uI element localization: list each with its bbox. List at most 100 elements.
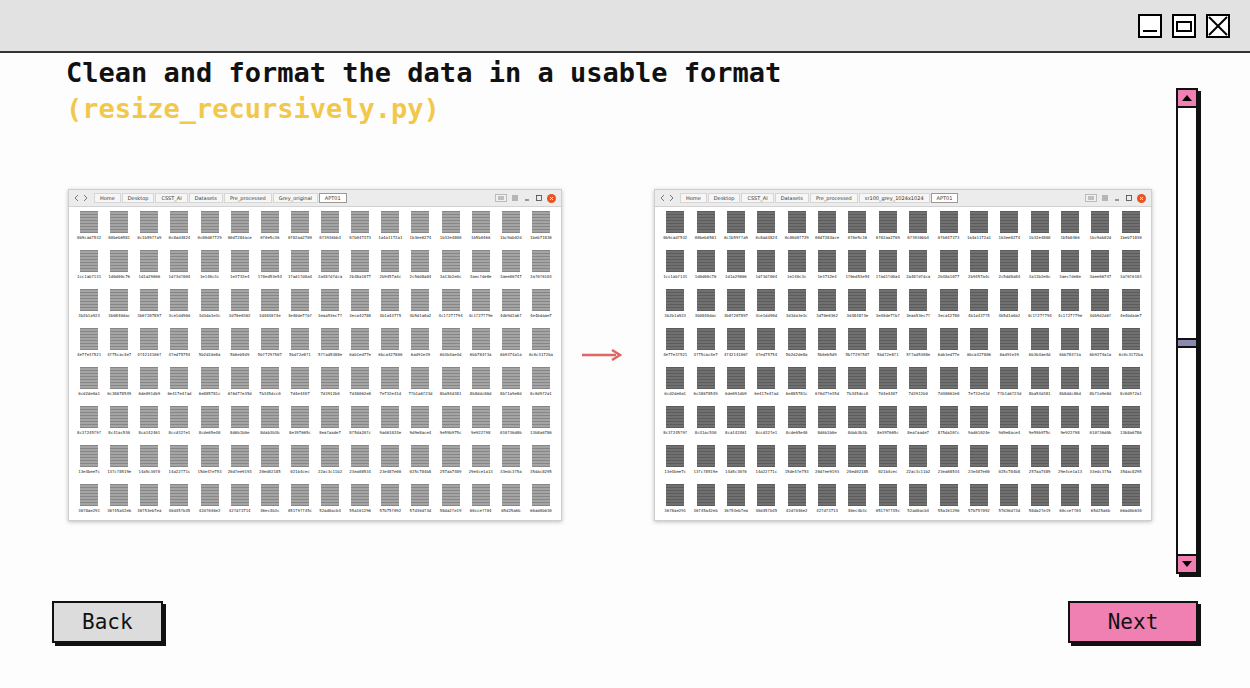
file-item[interactable]: 42df046e2 — [196, 484, 224, 520]
file-item[interactable]: 7d3912b0 — [904, 367, 932, 406]
file-item[interactable]: 3b0f207897 — [135, 289, 163, 328]
file-item[interactable]: 13fcf8519e — [691, 445, 719, 484]
file-item[interactable]: 8ccd32fe1 — [752, 406, 780, 445]
file-item[interactable]: 0fb047373 — [346, 211, 374, 250]
file-item[interactable]: 6ad91e39 — [995, 328, 1023, 367]
file-item[interactable]: 3b0f207897 — [722, 289, 750, 328]
file-item[interactable]: 65d25a6b — [497, 484, 525, 520]
file-item[interactable]: 36f45a42eb — [105, 484, 133, 520]
file-item[interactable]: 6c0c3172ba — [1117, 328, 1145, 367]
file-item[interactable]: 14a5c30f0 — [722, 445, 750, 484]
file-item[interactable]: 58da2fe19 — [437, 484, 465, 520]
file-item[interactable]: 5bf729f507 — [256, 328, 284, 367]
file-item[interactable]: 3af0f6103 — [527, 250, 555, 289]
minimize-icon[interactable] — [1138, 14, 1162, 38]
file-item[interactable]: 20dfee9193 — [226, 445, 254, 484]
file-item[interactable]: 0f0e5c36 — [256, 211, 284, 250]
file-item[interactable]: 6de091db9 — [722, 367, 750, 406]
file-item[interactable]: 57d36df3d — [406, 484, 434, 520]
file-item[interactable]: 7e732e41d — [376, 367, 404, 406]
file-item[interactable]: 9d9e8ace4 — [406, 406, 434, 445]
file-item[interactable]: 1b5b0466 — [1056, 211, 1084, 250]
file-item[interactable]: 55a161296 — [934, 484, 962, 520]
file-item[interactable]: 8ba54d381 — [1026, 367, 1054, 406]
file-item[interactable]: 2b48a1077 — [934, 250, 962, 289]
file-item[interactable]: 025c784b8 — [995, 445, 1023, 484]
file-item[interactable]: 42fdf3714 — [813, 484, 841, 520]
file-item[interactable]: 40d45fb45 — [752, 484, 780, 520]
file-item[interactable]: 14a5c30f0 — [135, 445, 163, 484]
file-item[interactable]: 52ad0acb4 — [904, 484, 932, 520]
file-item[interactable]: 025c784b8 — [406, 445, 434, 484]
file-item[interactable]: 4c1f27f79e — [1056, 289, 1084, 328]
file-item[interactable]: 6cd2de0a1 — [75, 367, 103, 406]
file-item[interactable]: 00d7284ace — [813, 211, 841, 250]
file-item[interactable]: 6e885781c — [196, 367, 224, 406]
close-icon[interactable] — [1137, 194, 1146, 203]
file-item[interactable]: 6bb784f3a — [1056, 328, 1084, 367]
file-item[interactable]: 4f4214106f — [722, 328, 750, 367]
file-item[interactable]: 8dab3b3b — [843, 406, 871, 445]
file-item[interactable]: 6c38678549 — [691, 367, 719, 406]
file-item[interactable]: 1d0d00c76 — [691, 250, 719, 289]
file-item[interactable]: 6bca427806 — [965, 328, 993, 367]
file-item[interactable]: 42df046e2 — [783, 484, 811, 520]
file-item[interactable]: 1b3ee0274 — [995, 211, 1023, 250]
file-item[interactable]: 1e3732e4 — [813, 250, 841, 289]
file-item[interactable]: 4c1f27f794 — [437, 289, 465, 328]
file-item[interactable]: 9e922f98 — [1056, 406, 1084, 445]
file-item[interactable]: 3b2b1a923 — [75, 289, 103, 328]
file-item[interactable]: 8c3f245f9f — [75, 406, 103, 445]
file-item[interactable]: 1f0ed53e54 — [256, 250, 284, 289]
file-item[interactable]: 2b9457a4c — [376, 250, 404, 289]
path-button[interactable]: APT01 — [319, 193, 347, 203]
file-item[interactable]: 9e922f98 — [467, 406, 495, 445]
file-item[interactable]: 3b0840dac — [691, 289, 719, 328]
file-item[interactable]: 0f3936bb4 — [904, 211, 932, 250]
file-item[interactable]: 8e397665c — [286, 406, 314, 445]
file-item[interactable]: 8f5da20fc — [346, 406, 374, 445]
file-item[interactable]: 0c1b59ffa9 — [135, 211, 163, 250]
back-button[interactable]: Back — [52, 601, 163, 643]
file-item[interactable]: 23e487e00 — [376, 445, 404, 484]
close-icon[interactable] — [547, 194, 556, 203]
file-item[interactable]: 1f0ed53e54 — [843, 250, 871, 289]
file-item[interactable]: 8cde65e40 — [196, 406, 224, 445]
file-item[interactable]: 1b5b0466 — [467, 211, 495, 250]
file-item[interactable]: 23ea08534 — [346, 445, 374, 484]
file-item[interactable]: 3d3da3e3c — [196, 289, 224, 328]
file-item[interactable]: 00d7284ace — [226, 211, 254, 250]
file-item[interactable]: 13e4bee7c — [661, 445, 689, 484]
scroll-track[interactable] — [1178, 108, 1196, 554]
file-item[interactable]: 1e3732e4 — [226, 250, 254, 289]
file-item[interactable]: 4fed75754 — [165, 328, 193, 367]
file-item[interactable]: 3eca42780 — [346, 289, 374, 328]
file-item[interactable]: 66ad0b630 — [527, 484, 555, 520]
file-item[interactable]: 46ec4b3c — [256, 484, 284, 520]
file-item[interactable]: 3d4848f4e — [843, 289, 871, 328]
file-item[interactable]: 257aa7489 — [437, 445, 465, 484]
file-item[interactable]: 36f45a42eb — [691, 484, 719, 520]
file-item[interactable]: 4c1f27f794 — [1026, 289, 1054, 328]
file-item[interactable]: 051f9ff45c — [286, 484, 314, 520]
view-icon[interactable] — [1085, 194, 1097, 202]
file-item[interactable]: 4e77e3f521 — [661, 328, 689, 367]
file-item[interactable]: 9ad61024e — [965, 406, 993, 445]
file-item[interactable]: 6f6d7fe35d — [226, 367, 254, 406]
file-item[interactable]: 6e885781c — [783, 367, 811, 406]
file-item[interactable]: 7d4e4407 — [286, 367, 314, 406]
file-item[interactable]: 36f8ae291 — [75, 484, 103, 520]
file-item[interactable]: 4b5d1a0a2 — [995, 289, 1023, 328]
file-item[interactable]: 15de4fe753 — [783, 445, 811, 484]
file-item[interactable]: 0f0e5c36 — [843, 211, 871, 250]
file-item[interactable]: 42fdf3714 — [226, 484, 254, 520]
file-item[interactable]: 8c3f245f9f — [661, 406, 689, 445]
file-item[interactable]: 22ac3c11b2 — [316, 445, 344, 484]
file-item[interactable]: 15de4fe753 — [196, 445, 224, 484]
file-item[interactable]: 4e4bdaae7 — [527, 289, 555, 328]
scrollbar[interactable] — [1176, 88, 1198, 574]
file-item[interactable]: 14a22f71c — [752, 445, 780, 484]
file-item[interactable]: 6ab1ed77e — [934, 328, 962, 367]
file-item[interactable]: 57b75f092 — [376, 484, 404, 520]
file-item[interactable]: 36f53eb7ea — [722, 484, 750, 520]
